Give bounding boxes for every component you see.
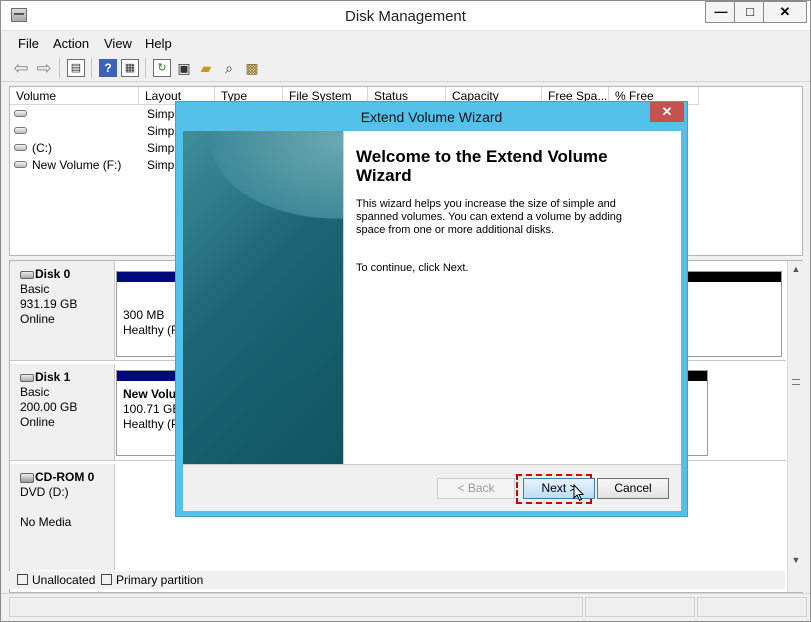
dialog-close-button[interactable]: ✕ [650,102,684,122]
volume-icon [14,127,27,134]
cd-rom-icon [20,472,34,483]
disk-name: Disk 1 [35,370,71,384]
dialog-client: Welcome to the Extend Volume Wizard This… [183,131,681,511]
export-icon[interactable]: ▩ [243,59,261,77]
unallocated-space[interactable] [686,271,782,357]
wizard-banner-image [183,131,343,464]
extend-volume-wizard-dialog: Extend Volume Wizard ✕ Welcome to the Ex… [175,101,688,517]
volume-layout: Simpl [147,124,178,138]
partition-size: 100.71 GB [123,402,181,416]
unallocated-space[interactable] [686,370,708,456]
console-icon[interactable]: ▦ [121,59,139,77]
status-cell [585,597,695,617]
disk-name: Disk 0 [35,267,71,281]
disk-size: 200.00 GB [20,400,78,414]
properties-icon[interactable]: ▤ [67,59,85,77]
disk-map-scrollbar[interactable]: ▲ ▼ [787,261,803,592]
volume-icon [14,110,27,117]
help-icon[interactable]: ? [99,59,117,77]
window-title: Disk Management [345,8,466,25]
forward-arrow-icon[interactable]: ⇨ [35,59,53,77]
wizard-heading: Welcome to the Extend Volume Wizard [356,147,608,185]
primary-partition-swatch [101,574,112,585]
legend-primary-partition: Primary partition [116,573,204,587]
search-icon[interactable]: ⌕ [220,59,238,77]
minimize-button[interactable]: — [705,1,737,23]
status-cell [9,597,583,617]
menu-file[interactable]: File [18,36,39,51]
disk-state: Online [20,312,55,326]
disk-info[interactable]: Disk 1 Basic 200.00 GB Online [10,364,115,460]
rescan-icon[interactable]: ▣ [175,59,193,77]
back-button[interactable]: < Back [437,478,515,499]
disk-info[interactable]: Disk 0 Basic 931.19 GB Online [10,261,115,360]
unallocated-swatch [17,574,28,585]
refresh-icon[interactable]: ↻ [153,59,171,77]
menu-bar: File Action View Help [1,32,810,54]
disk-type: DVD (D:) [20,485,69,499]
volume-icon [14,161,27,168]
dialog-divider [183,464,681,465]
volume-layout: Simpl [147,107,178,121]
scroll-up-icon[interactable]: ▲ [788,261,804,277]
menu-view[interactable]: View [104,36,132,51]
disk-state: Online [20,415,55,429]
partition-status: Healthy (P [123,417,180,431]
volume-layout: Simpl [147,141,178,155]
status-cell [697,597,807,617]
partition-size: 300 MB [123,308,165,322]
partition-bar [687,371,707,381]
menu-action[interactable]: Action [53,36,89,51]
disk-size [20,500,114,515]
disk-info[interactable]: CD-ROM 0 DVD (D:) No Media [10,464,115,570]
title-bar: Disk Management — □ ✕ [1,1,810,31]
mouse-pointer-icon [573,484,585,502]
dialog-title: Extend Volume Wizard [360,109,503,125]
wizard-continue-text: To continue, click Next. [356,262,469,274]
open-folder-icon[interactable]: ▰ [197,59,215,77]
disk-type: Basic [20,282,50,296]
maximize-button[interactable]: □ [734,1,766,23]
disk-name: CD-ROM 0 [35,470,95,484]
close-button[interactable]: ✕ [763,1,807,23]
disk-size: 931.19 GB [20,297,78,311]
wizard-content: Welcome to the Extend Volume Wizard This… [343,131,681,464]
partition-name: New Volu [123,387,177,401]
volume-layout: Simpl [147,158,178,172]
scroll-thumb[interactable] [792,379,800,385]
partition-bar [687,272,781,282]
menu-help[interactable]: Help [145,36,172,51]
volume-icon [14,144,27,151]
volume-name: (C:) [32,141,52,155]
scroll-down-icon[interactable]: ▼ [788,552,804,568]
volume-name: New Volume (F:) [32,158,122,172]
wizard-description: This wizard helps you increase the size … [356,198,623,236]
disk-icon [20,373,34,382]
toolbar: ⇦ ⇨ ▤ ? ▦ ↻ ▣ ▰ ⌕ ▩ [1,54,810,82]
status-bar [1,593,810,621]
disk-icon [20,270,34,279]
disk-type: Basic [20,385,50,399]
col-volume[interactable]: Volume [10,87,139,105]
disk-state: No Media [20,515,72,529]
legend: Unallocated Primary partition [9,571,785,589]
back-arrow-icon[interactable]: ⇦ [12,59,30,77]
partition-status: Healthy (R [123,323,180,337]
legend-unallocated: Unallocated [32,573,96,587]
cancel-button[interactable]: Cancel [597,478,669,499]
